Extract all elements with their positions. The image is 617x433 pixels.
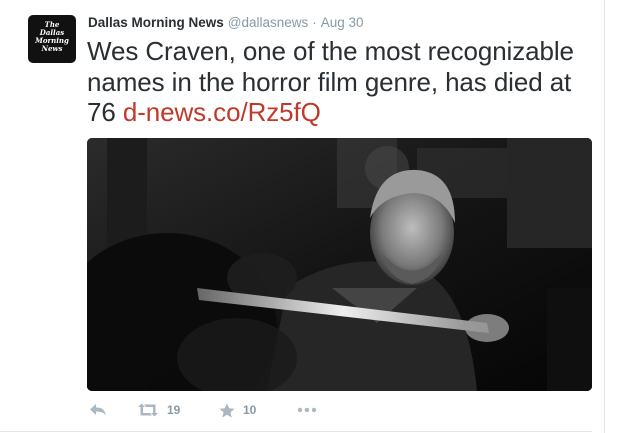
retweet-icon [138, 403, 158, 417]
more-button[interactable] [297, 400, 317, 420]
avatar-logo: The Dallas Morning News [35, 20, 69, 53]
tweet-photo[interactable] [87, 138, 592, 391]
tweet-header: Dallas Morning News @dallasnews · Aug 30 [88, 14, 364, 32]
favorite-count: 10 [243, 403, 257, 417]
retweet-count: 19 [167, 403, 181, 417]
author-handle[interactable]: @dallasnews [228, 15, 309, 30]
more-icon [297, 407, 317, 413]
timestamp[interactable]: Aug 30 [321, 15, 364, 30]
divider [0, 431, 592, 432]
author-name[interactable]: Dallas Morning News [88, 15, 224, 30]
favorite-button[interactable]: 10 [219, 400, 256, 420]
tweet-actions: 19 10 [87, 400, 387, 420]
avatar[interactable]: The Dallas Morning News [28, 15, 76, 63]
star-icon [219, 403, 235, 417]
photo-image [87, 138, 592, 391]
reply-button[interactable] [89, 400, 107, 420]
tweet-link[interactable]: d-news.co/Rz5fQ [123, 97, 321, 127]
retweet-button[interactable]: 19 [137, 400, 180, 420]
tweet-card: The Dallas Morning News Dallas Morning News… [0, 0, 605, 433]
tweet-text: Wes Craven, one of the most recognizable… [87, 36, 602, 128]
separator-dot: · [312, 15, 317, 30]
reply-icon [90, 404, 106, 415]
